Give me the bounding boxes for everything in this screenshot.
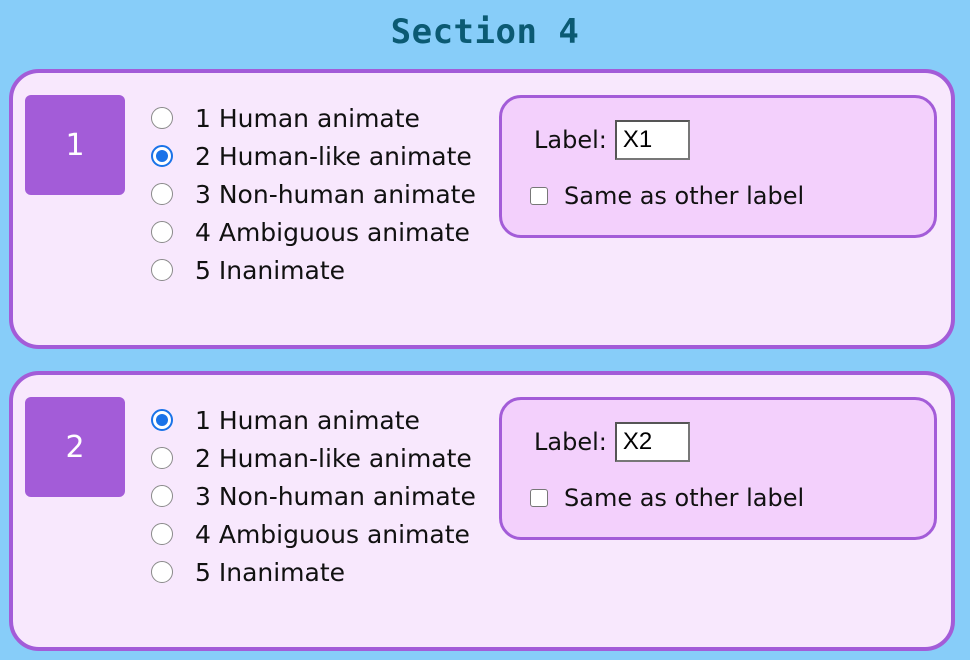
label-field-caption: Label: [534,428,607,456]
radio-option-label: 4 Ambiguous animate [195,217,470,247]
same-as-other-label-text: Same as other label [564,484,805,512]
radio-option-inanimate[interactable]: 5 Inanimate [151,251,476,289]
radio-button[interactable] [151,183,173,205]
radio-button[interactable] [151,409,173,431]
radio-option-label: 3 Non-human animate [195,179,476,209]
same-as-other-label-row[interactable]: Same as other label [530,182,804,210]
radio-option-human-animate[interactable]: 1 Human animate [151,99,476,137]
radio-button[interactable] [151,523,173,545]
radio-option-non-human-animate[interactable]: 3 Non-human animate [151,175,476,213]
radio-option-non-human-animate[interactable]: 3 Non-human animate [151,477,476,515]
label-input[interactable] [614,120,690,160]
radio-option-inanimate[interactable]: 5 Inanimate [151,553,476,591]
item-number-badge: 1 [25,95,125,195]
label-panel: Label: Same as other label [499,397,937,540]
label-field-caption: Label: [534,126,607,154]
radio-option-label: 3 Non-human animate [195,481,476,511]
radio-option-human-like-animate[interactable]: 2 Human-like animate [151,439,476,477]
section-title: Section 4 [390,12,580,52]
radio-option-label: 2 Human-like animate [195,443,472,473]
item-card-1: 1 1 Human animate 2 Human-like animate 3… [9,69,955,349]
radio-option-label: 5 Inanimate [195,557,346,587]
radio-button[interactable] [151,485,173,507]
label-panel: Label: Same as other label [499,95,937,238]
label-field-row: Label: [534,120,690,160]
radio-option-label: 2 Human-like animate [195,141,472,171]
item-card-2: 2 1 Human animate 2 Human-like animate 3… [9,371,955,651]
radio-button[interactable] [151,447,173,469]
radio-option-label: 1 Human animate [195,405,420,435]
label-field-row: Label: [534,422,690,462]
radio-option-ambiguous-animate[interactable]: 4 Ambiguous animate [151,515,476,553]
animacy-radio-group: 1 Human animate 2 Human-like animate 3 N… [151,401,476,591]
item-number-badge: 2 [25,397,125,497]
radio-button[interactable] [151,561,173,583]
radio-option-label: 4 Ambiguous animate [195,519,470,549]
animacy-radio-group: 1 Human animate 2 Human-like animate 3 N… [151,99,476,289]
radio-option-human-like-animate[interactable]: 2 Human-like animate [151,137,476,175]
radio-option-label: 5 Inanimate [195,255,346,285]
radio-option-ambiguous-animate[interactable]: 4 Ambiguous animate [151,213,476,251]
radio-button[interactable] [151,259,173,281]
label-input[interactable] [614,422,690,462]
radio-option-human-animate[interactable]: 1 Human animate [151,401,476,439]
same-as-other-label-checkbox[interactable] [530,187,548,205]
same-as-other-label-text: Same as other label [564,182,805,210]
radio-option-label: 1 Human animate [195,103,420,133]
same-as-other-label-row[interactable]: Same as other label [530,484,804,512]
radio-button[interactable] [151,145,173,167]
radio-button[interactable] [151,221,173,243]
same-as-other-label-checkbox[interactable] [530,489,548,507]
radio-button[interactable] [151,107,173,129]
